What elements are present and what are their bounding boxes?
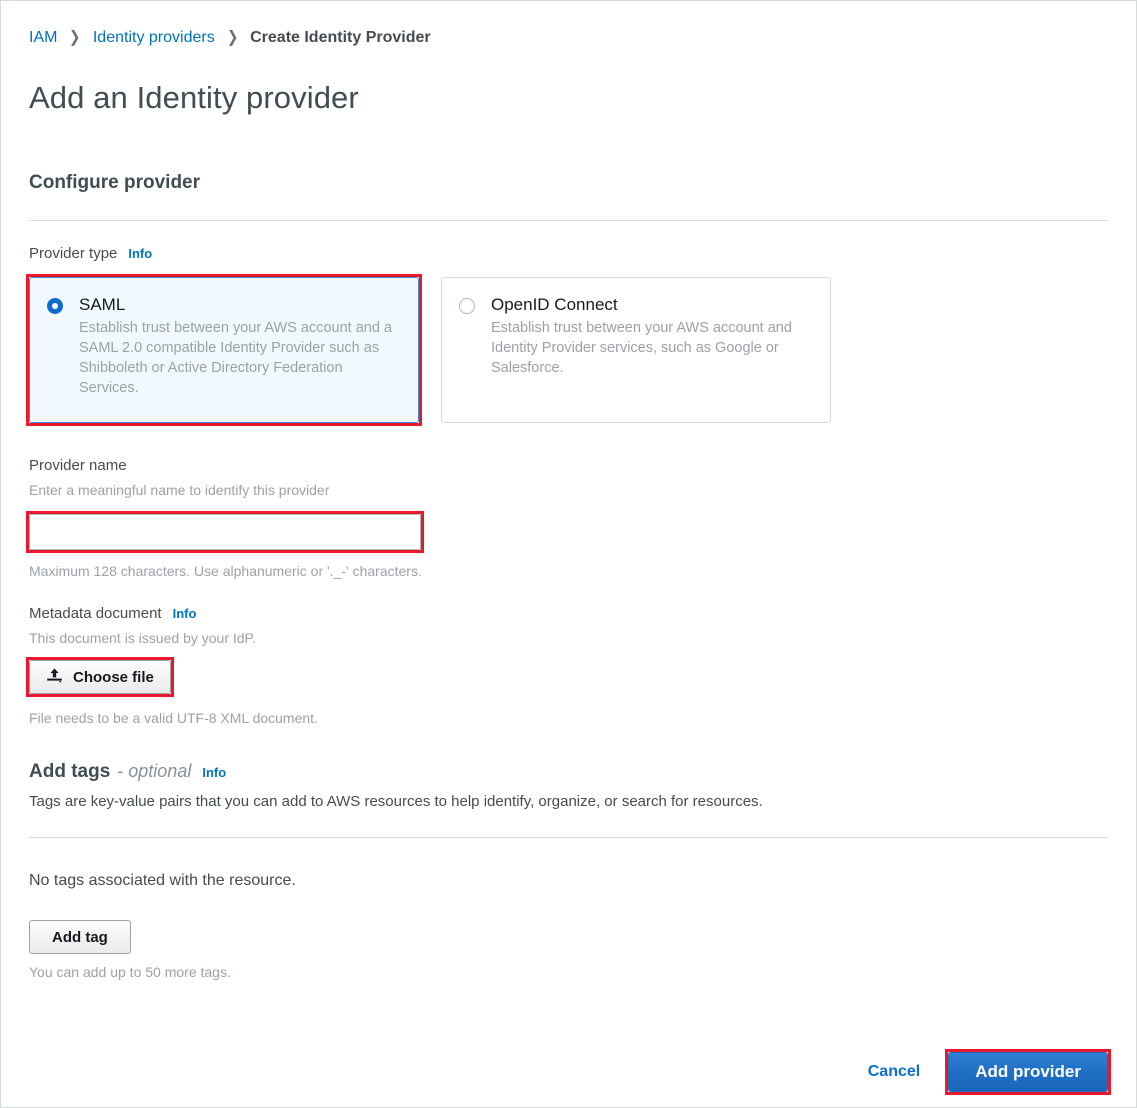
provider-type-option-saml-description: Establish trust between your AWS account… <box>79 320 392 396</box>
breadcrumb-item-identity-providers[interactable]: Identity providers <box>93 27 215 49</box>
metadata-document-constraint: File needs to be a valid UTF-8 XML docum… <box>29 710 318 726</box>
add-tag-button-label: Add tag <box>52 928 108 946</box>
provider-name-hint: Enter a meaningful name to identify this… <box>29 482 330 498</box>
metadata-document-info-link[interactable]: Info <box>173 604 197 624</box>
section-title-configure-provider: Configure provider <box>29 172 201 193</box>
add-tags-optional-label: - optional <box>117 761 192 781</box>
tags-divider <box>29 837 1108 838</box>
add-tag-button-wrapper: Add tag <box>29 920 131 954</box>
add-tags-info-link[interactable]: Info <box>202 765 226 780</box>
choose-file-button-wrapper: Choose file <box>26 657 174 697</box>
choose-file-button-label: Choose file <box>73 668 154 686</box>
provider-type-option-saml-wrapper: SAML Establish trust between your AWS ac… <box>26 274 422 426</box>
breadcrumb: IAM ❯ Identity providers ❯ Create Identi… <box>29 1 1108 49</box>
provider-type-options: SAML Establish trust between your AWS ac… <box>26 274 1108 426</box>
provider-type-label-row: Provider type Info <box>29 244 1108 264</box>
section-divider <box>29 220 1108 221</box>
add-tags-description: Tags are key-value pairs that you can ad… <box>29 793 763 810</box>
radio-oidc-icon[interactable] <box>459 298 475 314</box>
metadata-document-label-row: Metadata document Info <box>29 604 1108 624</box>
add-tags-heading: Add tags <box>29 761 111 782</box>
tags-limit-hint: You can add up to 50 more tags. <box>29 964 231 980</box>
create-identity-provider-page: IAM ❯ Identity providers ❯ Create Identi… <box>0 0 1137 1108</box>
provider-type-option-oidc[interactable]: OpenID Connect Establish trust between y… <box>441 277 831 423</box>
provider-name-input-wrapper <box>26 511 424 553</box>
tags-empty-message: No tags associated with the resource. <box>29 872 296 889</box>
provider-name-constraint: Maximum 128 characters. Use alphanumeric… <box>29 563 422 579</box>
add-tags-heading-row: Add tags - optional Info <box>29 760 1108 784</box>
footer-actions: Cancel Add provider <box>862 1049 1111 1095</box>
radio-saml-icon[interactable] <box>47 298 63 314</box>
provider-type-info-link[interactable]: Info <box>128 244 152 264</box>
provider-type-option-saml-title: SAML <box>79 295 126 314</box>
provider-name-input[interactable] <box>29 514 421 550</box>
provider-type-option-oidc-description: Establish trust between your AWS account… <box>491 320 792 376</box>
page-title: Add an Identity provider <box>29 80 359 115</box>
provider-name-label: Provider name <box>29 457 127 474</box>
add-tag-button[interactable]: Add tag <box>29 920 131 954</box>
breadcrumb-separator-icon: ❯ <box>69 29 81 46</box>
upload-icon <box>46 668 63 687</box>
cancel-button[interactable]: Cancel <box>862 1063 926 1081</box>
metadata-document-label: Metadata document <box>29 605 162 622</box>
breadcrumb-separator-icon: ❯ <box>226 29 239 46</box>
add-provider-button[interactable]: Add provider <box>948 1052 1108 1092</box>
choose-file-button[interactable]: Choose file <box>29 660 171 694</box>
add-provider-button-wrapper: Add provider <box>945 1049 1111 1095</box>
provider-type-option-oidc-wrapper: OpenID Connect Establish trust between y… <box>441 277 831 423</box>
breadcrumb-item-iam[interactable]: IAM <box>29 27 57 49</box>
provider-type-option-saml[interactable]: SAML Establish trust between your AWS ac… <box>29 277 419 423</box>
provider-type-label: Provider type <box>29 245 118 262</box>
breadcrumb-item-current: Create Identity Provider <box>250 29 431 46</box>
metadata-document-hint: This document is issued by your IdP. <box>29 630 256 646</box>
provider-type-option-oidc-title: OpenID Connect <box>491 295 618 314</box>
